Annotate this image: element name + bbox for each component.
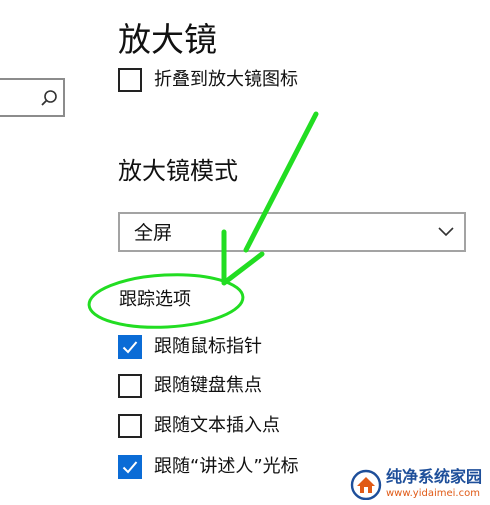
checkbox-box[interactable] [118, 68, 142, 92]
watermark-url: www.yidaimei.com [386, 488, 480, 499]
checkbox-box[interactable] [118, 335, 142, 359]
checkbox-box[interactable] [118, 414, 142, 438]
follow-text-cursor-checkbox[interactable]: 跟随文本插入点 [118, 413, 280, 439]
mode-section-title: 放大镜模式 [118, 157, 238, 185]
checkbox-label: 跟随文本插入点 [154, 415, 280, 436]
chevron-down-icon [438, 227, 454, 237]
checkbox-label: 跟随鼠标指针 [154, 336, 262, 357]
follow-keyboard-focus-checkbox[interactable]: 跟随键盘焦点 [118, 373, 262, 399]
tracking-section-title: 跟踪选项 [119, 289, 191, 310]
watermark: 纯净系统家园 www.yidaimei.com [350, 466, 488, 502]
checkbox-label: 跟随键盘焦点 [154, 375, 262, 396]
checkbox-label: 折叠到放大镜图标 [154, 69, 298, 90]
follow-narrator-cursor-checkbox[interactable]: 跟随“讲述人”光标 [118, 454, 299, 480]
checkmark-icon [122, 461, 138, 474]
checkbox-label: 跟随“讲述人”光标 [154, 456, 299, 477]
page-title: 放大镜 [118, 20, 217, 59]
mode-dropdown[interactable]: 全屏 [118, 212, 466, 252]
house-logo-icon [350, 469, 382, 500]
checkbox-box[interactable] [118, 374, 142, 398]
follow-mouse-pointer-checkbox[interactable]: 跟随鼠标指针 [118, 334, 262, 360]
search-input[interactable] [0, 78, 65, 117]
mode-dropdown-value: 全屏 [134, 222, 173, 244]
checkbox-box[interactable] [118, 455, 142, 479]
watermark-title: 纯净系统家园 [386, 467, 483, 486]
search-icon [41, 90, 57, 106]
checkmark-icon [122, 341, 138, 354]
collapse-to-icon-checkbox[interactable]: 折叠到放大镜图标 [118, 67, 298, 93]
